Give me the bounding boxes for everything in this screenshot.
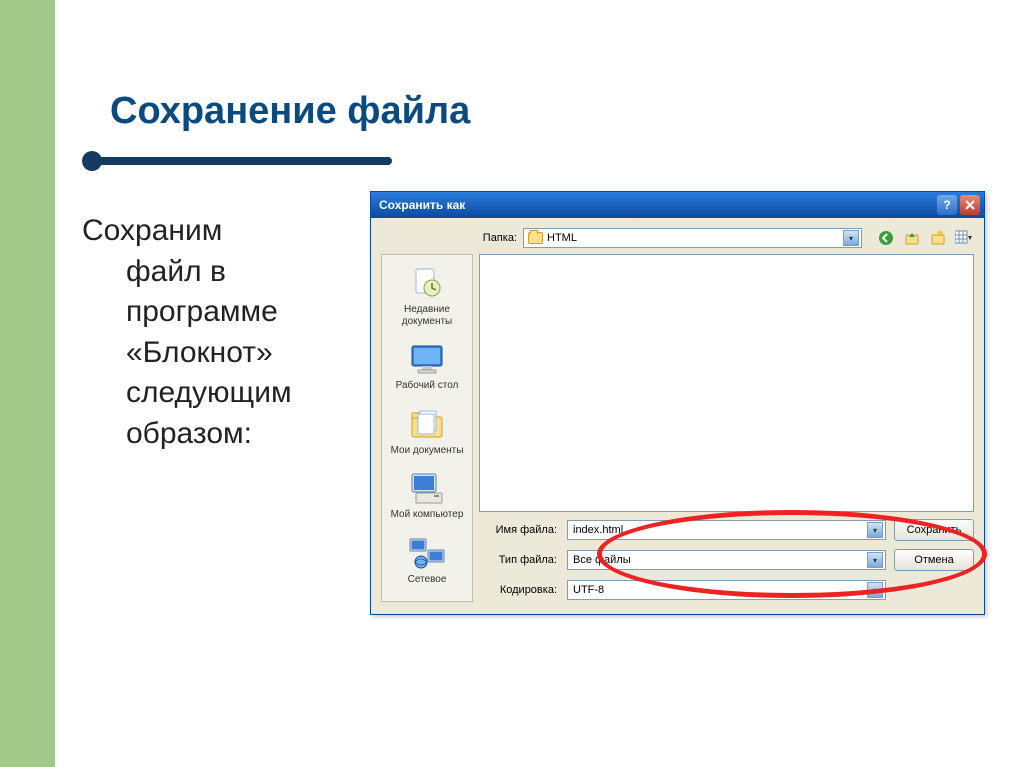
folder-dropdown[interactable]: HTML ▾ bbox=[523, 228, 862, 248]
file-list-pane[interactable] bbox=[479, 254, 974, 512]
slide-content: Сохранение файла Сохраним файл в програм… bbox=[70, 90, 1000, 615]
filename-label: Имя файла: bbox=[479, 524, 559, 536]
filename-input[interactable]: index.html ▾ bbox=[567, 520, 886, 540]
folder-value: HTML bbox=[547, 232, 839, 244]
folder-label: Папка: bbox=[471, 232, 517, 244]
folder-icon bbox=[528, 232, 543, 244]
recent-documents-icon bbox=[407, 265, 447, 301]
save-as-dialog: Сохранить как ? Папка: HTML ▾ bbox=[370, 191, 985, 615]
help-button[interactable]: ? bbox=[937, 195, 957, 215]
chevron-down-icon[interactable]: ▾ bbox=[867, 582, 883, 598]
up-folder-icon[interactable] bbox=[902, 228, 922, 248]
place-mydocs[interactable]: Мои документы bbox=[382, 400, 472, 465]
network-icon bbox=[407, 535, 447, 571]
chevron-down-icon[interactable]: ▾ bbox=[867, 522, 883, 538]
places-bar: Недавние документы Рабочий стол bbox=[381, 254, 473, 602]
slide-title: Сохранение файла bbox=[110, 90, 1000, 133]
my-documents-icon bbox=[407, 406, 447, 442]
view-menu-icon[interactable] bbox=[954, 228, 974, 248]
dialog-titlebar[interactable]: Сохранить как ? bbox=[371, 192, 984, 218]
place-network[interactable]: Сетевое bbox=[382, 529, 472, 594]
chevron-down-icon[interactable]: ▾ bbox=[843, 230, 859, 246]
encoding-label: Кодировка: bbox=[479, 584, 559, 596]
filetype-dropdown[interactable]: Все файлы ▾ bbox=[567, 550, 886, 570]
save-button[interactable]: Сохранить bbox=[894, 519, 974, 541]
title-accent bbox=[82, 151, 392, 171]
dialog-title: Сохранить как bbox=[379, 198, 465, 212]
back-icon[interactable] bbox=[876, 228, 896, 248]
cancel-button[interactable]: Отмена bbox=[894, 549, 974, 571]
new-folder-icon[interactable] bbox=[928, 228, 948, 248]
place-recent[interactable]: Недавние документы bbox=[382, 259, 472, 335]
close-button[interactable] bbox=[960, 195, 980, 215]
encoding-dropdown[interactable]: UTF-8 ▾ bbox=[567, 580, 886, 600]
filetype-label: Тип файла: bbox=[479, 554, 559, 566]
place-desktop[interactable]: Рабочий стол bbox=[382, 335, 472, 400]
slide-body-text: Сохраним файл в программе «Блокнот» след… bbox=[82, 191, 352, 454]
place-mycomputer[interactable]: Мой компьютер bbox=[382, 464, 472, 529]
chevron-down-icon[interactable]: ▾ bbox=[867, 552, 883, 568]
my-computer-icon bbox=[407, 470, 447, 506]
slide-accent-band bbox=[0, 0, 55, 767]
dialog-toolbar bbox=[868, 228, 974, 248]
desktop-icon bbox=[407, 341, 447, 377]
